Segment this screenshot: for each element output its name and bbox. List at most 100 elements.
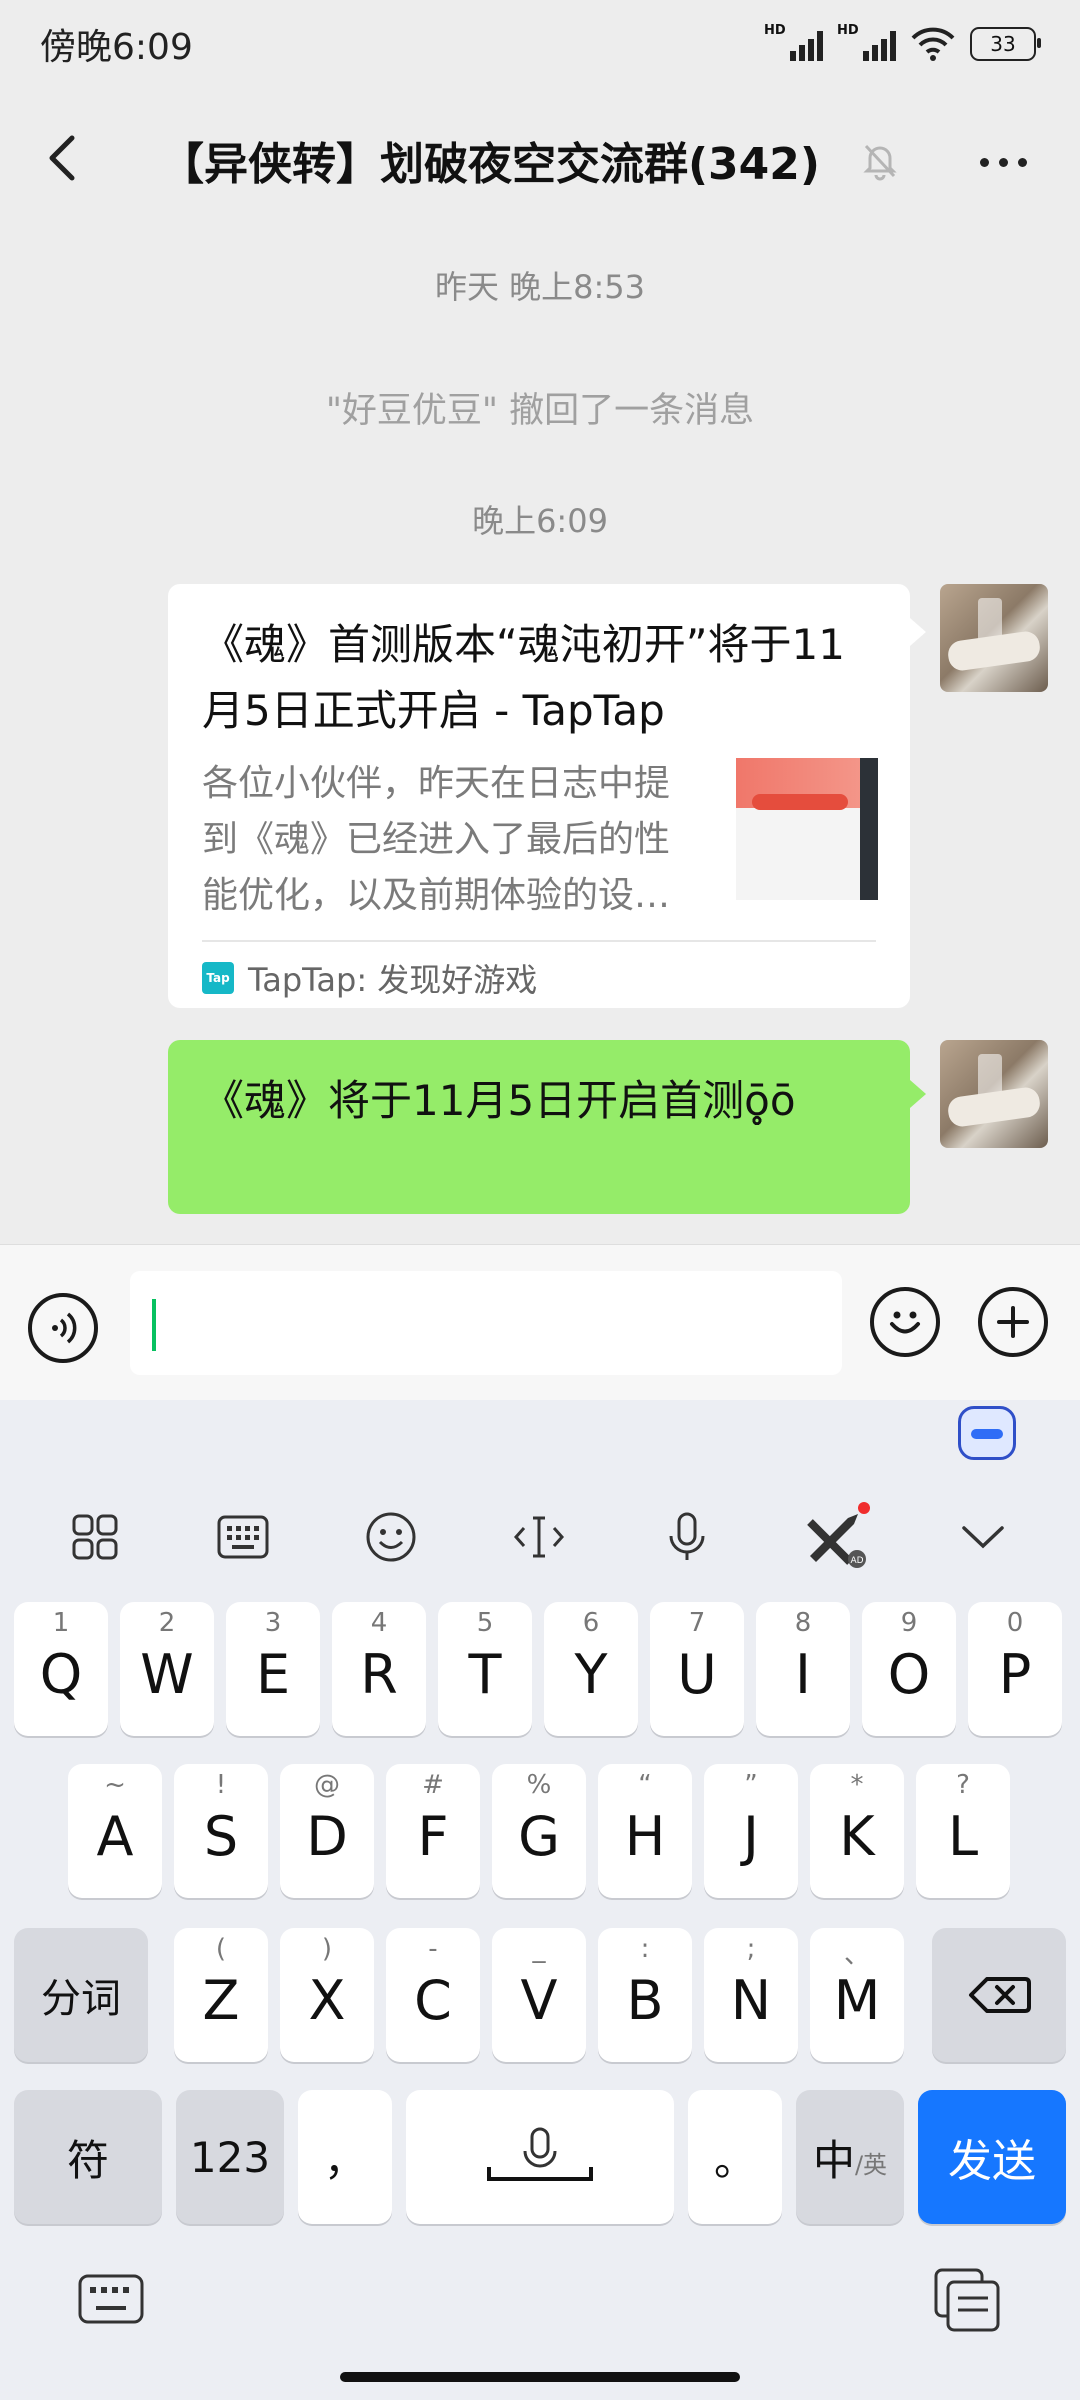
key-a[interactable]: ~ A — [68, 1764, 162, 1898]
key-k[interactable]: * K — [810, 1764, 904, 1898]
key-label: V — [520, 1968, 558, 2032]
more-options-button[interactable] — [960, 122, 1046, 202]
microphone-icon[interactable] — [650, 1500, 724, 1574]
period-key[interactable]: 。 — [688, 2090, 782, 2224]
back-button[interactable] — [28, 118, 108, 198]
avatar[interactable] — [940, 584, 1048, 692]
key-r[interactable]: 4R — [332, 1602, 426, 1736]
key-label: L — [947, 1804, 979, 1868]
key-label: M — [833, 1968, 881, 2032]
text-message-bubble[interactable]: 《魂》将于11月5日开启首测ō̥̥̥̥̥̥ō — [168, 1040, 926, 1214]
key-z[interactable]: (Z — [174, 1928, 268, 2062]
dot-icon — [1017, 157, 1027, 167]
key-j[interactable]: ” J — [704, 1764, 798, 1898]
key-label: F — [417, 1804, 449, 1868]
key-secondary-label: 6 — [582, 1608, 600, 1638]
key-f[interactable]: # F — [386, 1764, 480, 1898]
key-label: H — [624, 1804, 666, 1868]
message-input[interactable] — [130, 1271, 842, 1375]
keyboard-switch-icon[interactable] — [76, 2270, 146, 2330]
key-o[interactable]: 9O — [862, 1602, 956, 1736]
key-label: Y — [574, 1642, 608, 1706]
key-w[interactable]: 2W — [120, 1602, 214, 1736]
avatar[interactable] — [940, 1040, 1048, 1148]
emoji-button[interactable] — [870, 1287, 940, 1357]
taptap-logo-icon: Tap — [202, 962, 234, 994]
key-e[interactable]: 3E — [226, 1602, 320, 1736]
key-label: B — [626, 1968, 664, 2032]
mute-bell-icon — [858, 138, 902, 182]
key-i[interactable]: 8I — [756, 1602, 850, 1736]
key-label: K — [839, 1804, 875, 1868]
comma-key[interactable]: ， — [298, 2090, 392, 2224]
keyboard-mascot-icon[interactable] — [958, 1406, 1016, 1460]
key-b[interactable]: :B — [598, 1928, 692, 2062]
timestamp-today: 晚上6:09 — [472, 502, 608, 540]
comma-label: ， — [323, 2135, 366, 2185]
emoji-icon[interactable] — [354, 1500, 428, 1574]
key-label: O — [887, 1642, 931, 1706]
key-c[interactable]: -C — [386, 1928, 480, 2062]
key-label: Q — [39, 1642, 83, 1706]
key-label: N — [730, 1968, 772, 2032]
send-key-label: 发送 — [948, 2136, 1036, 2187]
cursor-move-icon[interactable] — [502, 1500, 576, 1574]
key-y[interactable]: 6Y — [544, 1602, 638, 1736]
symbol-key-label: 符 — [66, 2135, 109, 2185]
key-d[interactable]: @ D — [280, 1764, 374, 1898]
key-label: D — [306, 1804, 348, 1868]
key-p[interactable]: 0P — [968, 1602, 1062, 1736]
key-t[interactable]: 5T — [438, 1602, 532, 1736]
home-indicator[interactable] — [340, 2372, 740, 2382]
key-label: Z — [202, 1968, 240, 2032]
wifi-icon — [911, 27, 955, 61]
key-m[interactable]: 、 M — [810, 1928, 904, 2062]
language-switch-key[interactable]: 中/英 — [796, 2090, 904, 2224]
key-secondary-label: # — [422, 1770, 444, 1800]
space-key[interactable] — [406, 2090, 674, 2224]
key-secondary-label: ? — [956, 1770, 970, 1800]
key-secondary-label: % — [526, 1770, 552, 1800]
key-secondary-label: 9 — [900, 1608, 918, 1638]
keyboard-layout-icon[interactable] — [206, 1500, 280, 1574]
key-label: X — [308, 1968, 346, 2032]
status-bar: 傍晚6:09 HD HD 33 — [0, 0, 1080, 88]
fenci-key[interactable]: 分词 — [14, 1928, 148, 2062]
voice-input-button[interactable] — [28, 1293, 98, 1363]
collapse-keyboard-icon[interactable] — [946, 1500, 1020, 1574]
key-secondary-label: ( — [215, 1934, 227, 1964]
key-secondary-label: 7 — [688, 1608, 706, 1638]
numbers-key[interactable]: 123 — [176, 2090, 284, 2224]
key-secondary-label: ; — [746, 1934, 756, 1964]
text-caret — [152, 1299, 156, 1351]
key-x[interactable]: ) X — [280, 1928, 374, 2062]
key-secondary-label: 8 — [794, 1608, 812, 1638]
key-n[interactable]: ; N — [704, 1928, 798, 2062]
key-u[interactable]: 7U — [650, 1602, 744, 1736]
key-label: G — [518, 1804, 560, 1868]
apps-grid-icon[interactable] — [58, 1500, 132, 1574]
smiley-icon — [890, 1311, 920, 1334]
key-secondary-label: 4 — [370, 1608, 388, 1638]
key-q[interactable]: 1Q — [14, 1602, 108, 1736]
key-label: U — [677, 1642, 717, 1706]
clipboard-icon[interactable] — [932, 2266, 1002, 2334]
timestamp-yesterday: 昨天 晚上8:53 — [434, 268, 646, 306]
backspace-key[interactable] — [932, 1928, 1066, 2062]
battery-level: 33 — [990, 32, 1016, 56]
key-label: T — [468, 1642, 502, 1706]
svg-text:AD: AD — [850, 1556, 863, 1566]
key-g[interactable]: % G — [492, 1764, 586, 1898]
key-s[interactable]: ! S — [174, 1764, 268, 1898]
key-h[interactable]: “H — [598, 1764, 692, 1898]
key-secondary-label: ” — [744, 1770, 758, 1800]
symbol-key[interactable]: 符 — [14, 2090, 162, 2224]
link-card-message[interactable]: 《魂》首测版本“魂沌初开”将于11月5日正式开启 - TapTap 各位小伙伴，… — [168, 584, 926, 1008]
game-sword-ad-icon[interactable]: AD — [798, 1500, 872, 1574]
add-attachment-button[interactable] — [978, 1287, 1048, 1357]
key-l[interactable]: ? L — [916, 1764, 1010, 1898]
key-secondary-label: 1 — [52, 1608, 70, 1638]
send-key[interactable]: 发送 — [918, 2090, 1066, 2224]
key-v[interactable]: _ V — [492, 1928, 586, 2062]
key-secondary-label: : — [640, 1934, 650, 1964]
